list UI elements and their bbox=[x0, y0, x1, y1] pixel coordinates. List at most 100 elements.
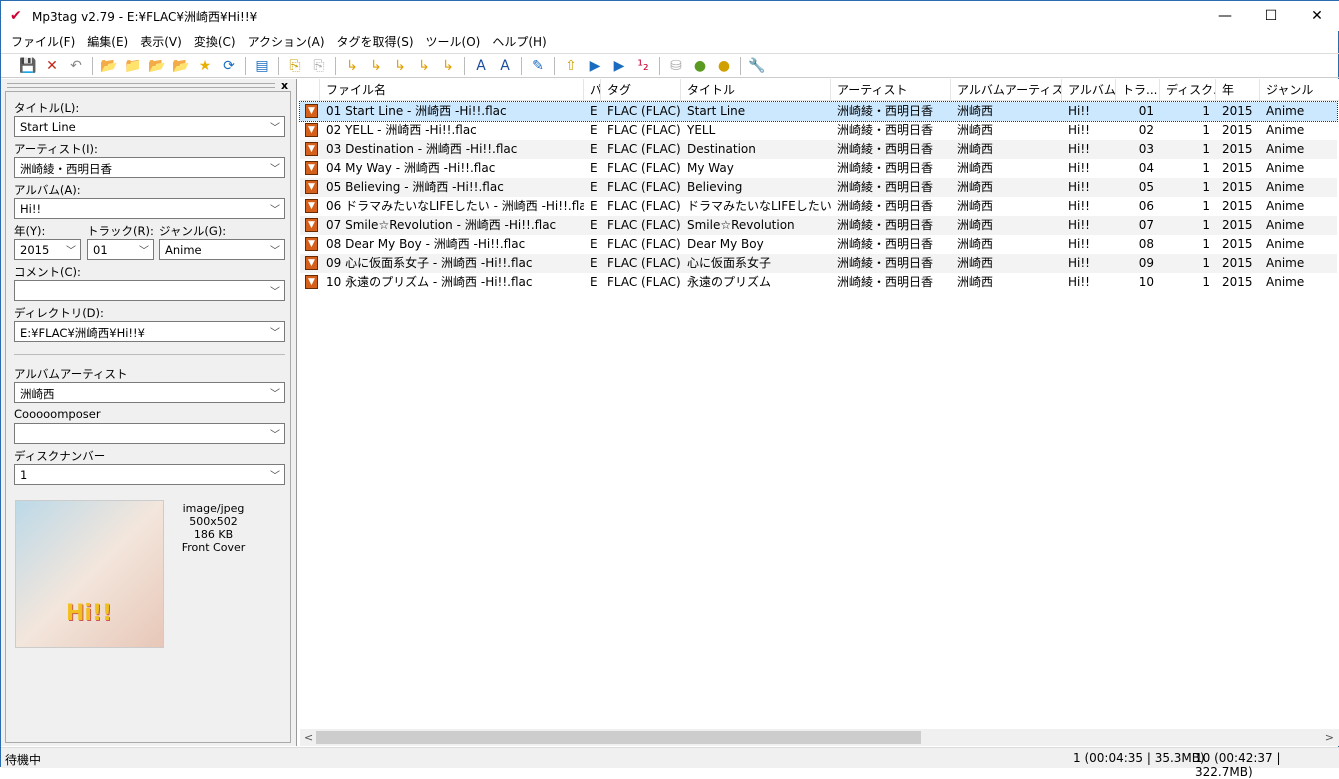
table-row[interactable]: ▼ 07 Smile☆Revolution - 洲崎西 -Hi!!.flac E FL… bbox=[300, 216, 1337, 235]
table-row[interactable]: ▼ 06 ドラマみたいなLIFEしたい - 洲崎西 -Hi!!.flac E FLAC… bbox=[300, 197, 1337, 216]
cover-art[interactable]: Hi!! bbox=[15, 500, 164, 648]
change-directory-icon[interactable]: 📂 bbox=[98, 56, 120, 76]
album-artist-field[interactable]: 洲崎西 ﹀ bbox=[14, 382, 285, 403]
copy-tag-icon[interactable]: ⎘ bbox=[284, 56, 306, 76]
table-row[interactable]: ▼ 08 Dear My Boy - 洲崎西 -Hi!!.flac E FLAC (F… bbox=[300, 235, 1337, 254]
table-cell: 洲崎西 bbox=[957, 275, 994, 289]
export-list-icon[interactable]: ⇧ bbox=[560, 56, 582, 76]
freedb-icon[interactable]: ⛁ bbox=[665, 56, 687, 76]
table-row[interactable]: ▼ 05 Believing - 洲崎西 -Hi!!.flac E FLAC (FLA… bbox=[300, 178, 1337, 197]
table-cell: 08 Dear My Boy - 洲崎西 -Hi!!.flac bbox=[326, 237, 526, 251]
playlist-icon[interactable]: ▶ bbox=[584, 56, 606, 76]
table-row[interactable]: ▼ 02 YELL - 洲崎西 -Hi!!.flac E FLAC (FLAC) YEL… bbox=[300, 121, 1337, 140]
maximize-button[interactable]: ☐ bbox=[1248, 1, 1294, 31]
table-cell: Hi!! bbox=[1068, 237, 1090, 251]
track-field[interactable]: 01 ﹀ bbox=[87, 239, 154, 260]
minimize-button[interactable]: — bbox=[1202, 1, 1248, 31]
chevron-down-icon[interactable]: ﹀ bbox=[139, 242, 149, 257]
table-row[interactable]: ▼ 04 My Way - 洲崎西 -Hi!!.flac E FLAC (FLAC) M… bbox=[300, 159, 1337, 178]
menu-item[interactable]: 編集(E) bbox=[81, 33, 134, 50]
filename-tag-icon[interactable]: ↳ bbox=[365, 56, 387, 76]
add-directory-icon[interactable]: 📁 bbox=[122, 56, 144, 76]
disc-number-value: 1 bbox=[20, 468, 28, 482]
menu-item[interactable]: タグを取得(S) bbox=[331, 33, 420, 50]
chevron-down-icon[interactable]: ﹀ bbox=[66, 242, 76, 257]
favorites-icon[interactable]: ★ bbox=[194, 56, 216, 76]
paste-tag-icon[interactable]: ⎘ bbox=[308, 56, 330, 76]
tag-filename-icon[interactable]: ↳ bbox=[341, 56, 363, 76]
table-cell: 01 bbox=[1138, 104, 1154, 118]
refresh-icon[interactable]: ⟳ bbox=[218, 56, 240, 76]
flac-file-icon: ▼ bbox=[305, 161, 318, 175]
table-cell: Anime bbox=[1266, 161, 1305, 175]
filename-filename-icon[interactable]: ↳ bbox=[389, 56, 411, 76]
scroll-left-icon[interactable]: < bbox=[304, 729, 313, 746]
chevron-down-icon[interactable]: ﹀ bbox=[270, 426, 280, 441]
autonumber-icon[interactable]: ¹₂ bbox=[632, 56, 654, 76]
year-field[interactable]: 2015 ﹀ bbox=[14, 239, 81, 260]
column-header[interactable]: パ bbox=[584, 79, 601, 101]
column-header[interactable]: アーティスト bbox=[831, 79, 951, 101]
menu-item[interactable]: アクション(A) bbox=[242, 33, 331, 50]
column-header[interactable]: タイトル bbox=[681, 79, 831, 101]
actions-icon[interactable]: A bbox=[470, 56, 492, 76]
settings-icon[interactable]: 🔧 bbox=[746, 56, 768, 76]
open-playlist-icon[interactable]: 📂 bbox=[146, 56, 168, 76]
column-header[interactable]: アルバムアーティスト bbox=[951, 79, 1062, 101]
horizontal-scrollbar[interactable]: < > bbox=[300, 729, 1339, 746]
table-row[interactable]: ▼ 10 永遠のプリズム - 洲崎西 -Hi!!.flac E FLAC (FLAC)… bbox=[300, 273, 1337, 292]
column-header[interactable]: ジャンル bbox=[1260, 79, 1339, 101]
menu-item[interactable]: ファイル(F) bbox=[5, 33, 81, 50]
chevron-down-icon[interactable]: ﹀ bbox=[270, 283, 280, 298]
table-cell: Dear My Boy bbox=[687, 237, 764, 251]
tag-panel-icon[interactable]: ▤ bbox=[251, 56, 273, 76]
album-field[interactable]: Hi!! ﹀ bbox=[14, 198, 285, 219]
table-cell: 07 bbox=[1138, 218, 1154, 232]
chevron-down-icon[interactable]: ﹀ bbox=[270, 324, 280, 339]
web-sources-icon[interactable]: ● bbox=[713, 56, 735, 76]
save-icon[interactable]: 💾 bbox=[17, 56, 39, 76]
menu-item[interactable]: 変換(C) bbox=[188, 33, 242, 50]
table-cell: 06 ドラマみたいなLIFEしたい - 洲崎西 -Hi!!.flac bbox=[326, 199, 584, 213]
chevron-down-icon[interactable]: ﹀ bbox=[270, 242, 280, 257]
playlist-sel-icon[interactable]: ▶ bbox=[608, 56, 630, 76]
chevron-down-icon[interactable]: ﹀ bbox=[270, 467, 280, 482]
remove-tag-icon[interactable]: ✕ bbox=[41, 56, 63, 76]
panel-grip[interactable] bbox=[7, 83, 275, 88]
chevron-down-icon[interactable]: ﹀ bbox=[270, 201, 280, 216]
table-row[interactable]: ▼ 09 心に仮面系女子 - 洲崎西 -Hi!!.flac E FLAC (FLAC)… bbox=[300, 254, 1337, 273]
chevron-down-icon[interactable]: ﹀ bbox=[270, 119, 280, 134]
scrollbar-thumb[interactable] bbox=[316, 731, 921, 744]
text-file-tag-icon[interactable]: ↳ bbox=[413, 56, 435, 76]
menu-item[interactable]: ヘルプ(H) bbox=[486, 33, 552, 50]
disc-number-field[interactable]: 1 ﹀ bbox=[14, 464, 285, 485]
menu-item[interactable]: ツール(O) bbox=[420, 33, 487, 50]
column-header[interactable]: アルバム bbox=[1062, 79, 1116, 101]
title-field[interactable]: Start Line ﹀ bbox=[14, 116, 285, 137]
tag-tag-icon[interactable]: ↳ bbox=[437, 56, 459, 76]
actions-quick-icon[interactable]: A bbox=[494, 56, 516, 76]
close-button[interactable]: ✕ bbox=[1294, 1, 1339, 31]
table-row[interactable]: ▼ 03 Destination - 洲崎西 -Hi!!.flac E FLAC (F… bbox=[300, 140, 1337, 159]
column-header[interactable]: トラ... bbox=[1116, 79, 1160, 101]
undo-icon[interactable]: ↶ bbox=[65, 56, 87, 76]
chevron-down-icon[interactable]: ﹀ bbox=[270, 160, 280, 175]
edit-icon[interactable]: ✎ bbox=[527, 56, 549, 76]
column-header[interactable]: ディスク... bbox=[1160, 79, 1216, 101]
genre-field[interactable]: Anime ﹀ bbox=[159, 239, 285, 260]
column-header[interactable]: ファイル名 bbox=[320, 79, 584, 101]
table-row[interactable]: ▼ 01 Start Line - 洲崎西 -Hi!!.flac E FLAC (FL… bbox=[299, 101, 1338, 122]
composer-field[interactable]: ﹀ bbox=[14, 423, 285, 444]
column-header[interactable]: タグ bbox=[601, 79, 681, 101]
column-header[interactable]: 年 bbox=[1216, 79, 1260, 101]
directory-field[interactable]: E:¥FLAC¥洲崎西¥Hi!!¥ ﹀ bbox=[14, 321, 285, 342]
comment-field[interactable]: ﹀ bbox=[14, 280, 285, 301]
menu-item[interactable]: 表示(V) bbox=[134, 33, 188, 50]
chevron-down-icon[interactable]: ﹀ bbox=[270, 385, 280, 400]
column-header-icon[interactable] bbox=[300, 79, 320, 101]
selection-summary: 1 (00:04:35 | 35.3MB) bbox=[1073, 751, 1205, 765]
artist-field[interactable]: 洲崎綾・西明日香 ﹀ bbox=[14, 157, 285, 178]
discogs-icon[interactable]: ● bbox=[689, 56, 711, 76]
export-icon[interactable]: 📂 bbox=[170, 56, 192, 76]
scroll-right-icon[interactable]: > bbox=[1325, 729, 1334, 746]
